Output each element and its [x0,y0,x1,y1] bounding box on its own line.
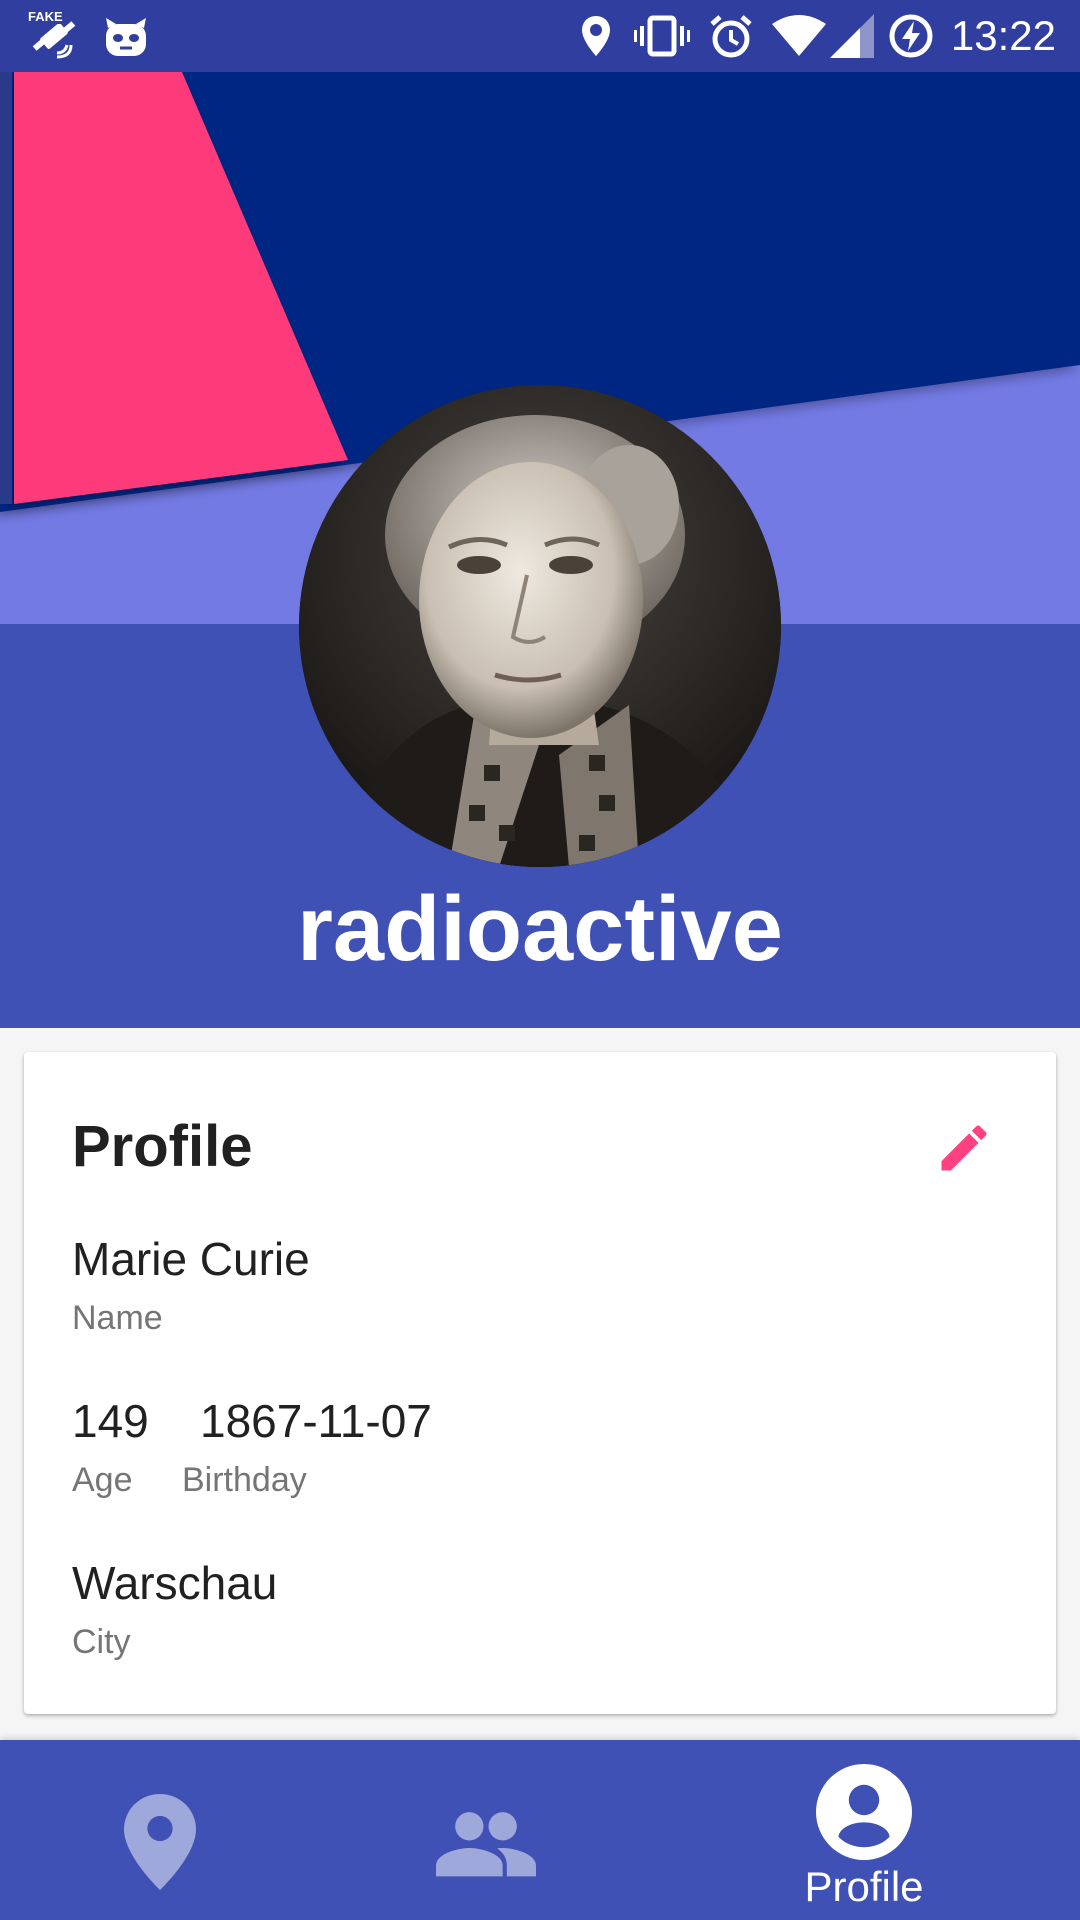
nav-item-map[interactable] [0,1740,320,1920]
city-label: City [72,1623,131,1661]
pencil-icon [941,1125,987,1171]
city-value: Warschau [72,1557,278,1609]
fake-gps-label: FAKE [28,9,63,24]
age-value: 149 [72,1395,149,1447]
username: radioactive [297,878,783,980]
portrait-image [299,385,781,867]
nav-label-profile: Profile [804,1863,924,1910]
battery-charging-icon [888,14,934,58]
location-pin-icon [110,1792,210,1892]
nav-item-friends[interactable] [326,1740,646,1920]
cell-signal-icon [830,14,874,58]
fake-gps-icon: FAKE [26,10,82,59]
alarm-icon [708,14,754,58]
profile-screen: FAKE 13:22 radioactive Profile Marie Cur… [0,0,1080,1920]
people-icon [426,1800,546,1886]
age-label: Age [72,1461,133,1499]
birthday-value: 1867-11-07 [200,1395,432,1447]
profile-header: radioactive [0,72,1080,1028]
edit-profile-button[interactable] [924,1108,1004,1188]
account-circle-icon [814,1762,914,1862]
avatar [299,385,781,867]
bottom-navigation: Profile [0,1740,1080,1920]
status-time: 13:22 [950,12,1056,59]
birthday-label: Birthday [182,1461,307,1499]
name-label: Name [72,1299,163,1337]
cyanogen-mascot-icon [100,14,152,58]
profile-card: Profile Marie Curie Name 149 Age 1867-11… [24,1052,1056,1714]
card-title: Profile [72,1114,253,1179]
wifi-icon [772,14,826,58]
vibrate-icon [634,14,690,58]
name-value: Marie Curie [72,1233,310,1285]
location-icon [578,14,614,58]
nav-item-profile[interactable]: Profile [704,1740,1024,1920]
status-bar: FAKE 13:22 [0,0,1080,72]
